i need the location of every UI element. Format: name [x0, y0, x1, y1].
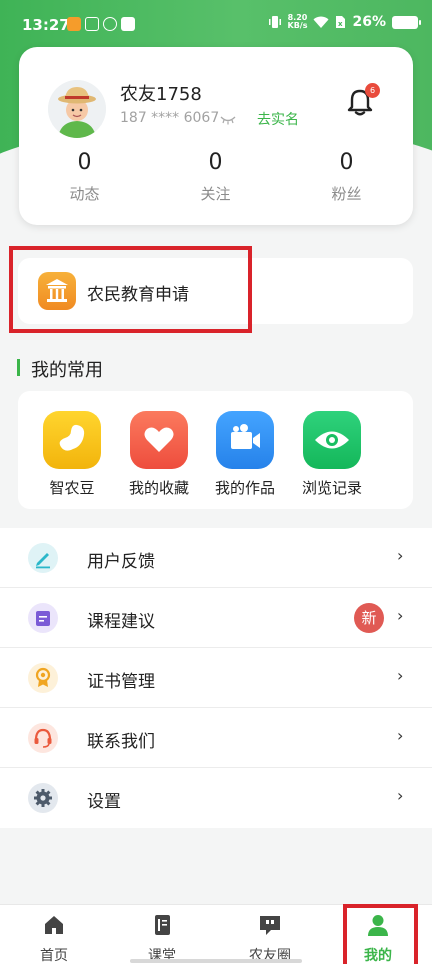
highlight-box-apply — [9, 246, 252, 333]
stat-label: 粉丝 — [331, 185, 362, 203]
book-icon — [155, 915, 170, 935]
headset-icon — [28, 723, 58, 753]
chevron-right-icon: › — [397, 606, 404, 625]
home-icon — [45, 916, 63, 934]
menu-item-certificates[interactable]: 证书管理 › — [0, 648, 432, 708]
tab-home[interactable]: 首页 — [0, 905, 108, 964]
chevron-right-icon: › — [397, 786, 404, 805]
chevron-right-icon: › — [397, 726, 404, 745]
menu-item-label: 联系我们 — [87, 732, 155, 752]
status-right: 8.20 KB/s x 26% — [268, 14, 421, 30]
common-item-label: 浏览记录 — [301, 479, 362, 497]
common-item-beans[interactable]: 智农豆 — [34, 411, 110, 498]
menu-item-label: 课程建议 — [87, 612, 155, 632]
avatar[interactable] — [48, 80, 106, 138]
stat-followers[interactable]: 0 粉丝 — [281, 150, 412, 204]
chat-quote-icon — [260, 916, 280, 935]
app-notification-icon — [67, 17, 81, 31]
common-item-works[interactable]: 我的作品 — [207, 411, 283, 498]
hide-eye-icon[interactable] — [220, 114, 236, 126]
stat-following[interactable]: 0 关注 — [150, 150, 281, 204]
common-item-favorites[interactable]: 我的收藏 — [121, 411, 197, 498]
sim-icon: x — [336, 16, 346, 28]
status-notification-icons — [67, 17, 135, 31]
settings-menu: 用户反馈 › 课程建议 新 › 证书管理 › 联系我们 › 设置 › — [0, 528, 432, 828]
video-camera-icon — [216, 411, 274, 469]
chevron-right-icon: › — [397, 546, 404, 565]
bean-icon — [43, 411, 101, 469]
common-item-label: 我的收藏 — [128, 479, 189, 497]
verify-identity-link[interactable]: 去实名 — [257, 109, 299, 129]
tab-label: 首页 — [40, 948, 68, 964]
battery-icon — [392, 15, 421, 29]
status-bar: 13:27 8.20 KB/s x 26% — [0, 0, 432, 50]
new-badge: 新 — [354, 603, 384, 633]
stat-label: 动态 — [69, 185, 100, 203]
menu-item-label: 用户反馈 — [87, 552, 155, 572]
common-item-history[interactable]: 浏览记录 — [294, 411, 370, 498]
wifi-icon — [313, 16, 329, 28]
note-icon — [28, 603, 58, 633]
pen-icon — [28, 543, 58, 573]
medal-icon — [28, 663, 58, 693]
menu-item-settings[interactable]: 设置 › — [0, 768, 432, 828]
section-title-text: 我的常用 — [31, 360, 103, 381]
section-accent-bar — [17, 359, 20, 376]
stat-value: 0 — [77, 150, 92, 175]
tab-farmer-circle[interactable]: 农友圈 — [216, 905, 324, 964]
menu-item-label: 证书管理 — [87, 672, 155, 692]
app-notification-icon — [121, 17, 135, 31]
menu-item-contact[interactable]: 联系我们 › — [0, 708, 432, 768]
common-item-label: 智农豆 — [49, 479, 95, 497]
farmer-avatar-icon — [48, 80, 106, 138]
username: 农友1758 — [120, 84, 202, 105]
svg-text:x: x — [338, 20, 343, 28]
net-speed-unit: KB/s — [287, 21, 308, 30]
vibrate-icon — [268, 16, 281, 28]
menu-item-label: 设置 — [87, 792, 121, 812]
menu-item-course-suggestion[interactable]: 课程建议 新 › — [0, 588, 432, 648]
stat-posts[interactable]: 0 动态 — [19, 150, 150, 204]
chevron-right-icon: › — [397, 666, 404, 685]
leaf-notification-icon — [103, 17, 117, 31]
eye-icon — [303, 411, 361, 469]
stat-label: 关注 — [200, 185, 231, 203]
menu-item-feedback[interactable]: 用户反馈 › — [0, 528, 432, 588]
phone-number: 187 **** 6067 — [120, 110, 220, 126]
profile-stats: 0 动态 0 关注 0 粉丝 — [19, 150, 413, 204]
status-time: 13:27 — [22, 16, 70, 34]
common-item-label: 我的作品 — [214, 479, 275, 497]
profile-card: 农友1758 187 **** 6067 去实名 6 0 动态 0 关注 0 粉… — [19, 47, 413, 225]
gear-icon — [28, 783, 58, 813]
notification-badge: 6 — [365, 83, 380, 98]
heart-icon — [130, 411, 188, 469]
tab-classroom[interactable]: 课堂 — [108, 905, 216, 964]
stat-value: 0 — [339, 150, 354, 175]
common-features-card: 智农豆 我的收藏 我的作品 浏览记录 — [18, 391, 413, 509]
app-notification-icon — [85, 17, 99, 31]
battery-percent: 26% — [352, 14, 386, 30]
net-speed: 8.20 KB/s — [288, 14, 308, 30]
stat-value: 0 — [208, 150, 223, 175]
home-indicator — [130, 959, 302, 963]
highlight-box-mine-tab — [343, 904, 418, 964]
